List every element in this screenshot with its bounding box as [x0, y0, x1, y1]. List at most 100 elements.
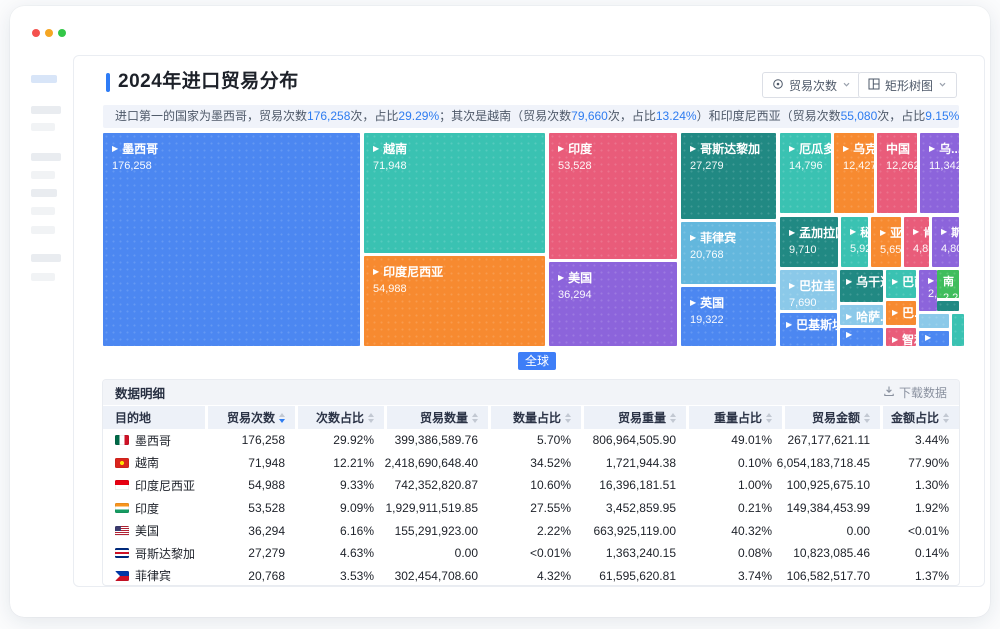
treemap-cell-巴西[interactable]: ▶巴西	[886, 270, 916, 298]
value-cell: 27,279	[248, 546, 285, 561]
sort-icon[interactable]	[670, 412, 676, 423]
value-cell: 16,396,181.51	[599, 478, 676, 493]
column-header-4[interactable]: 贸易数量	[387, 406, 488, 429]
value-cell: 9.09%	[339, 501, 374, 516]
value-cell: 6.16%	[339, 523, 374, 538]
treemap-cell-乌...[interactable]: ▶ 乌... 11,342	[920, 133, 959, 213]
sort-icon[interactable]	[472, 412, 478, 423]
sort-icon[interactable]	[279, 412, 285, 423]
chart-type-dropdown[interactable]: 矩形树图	[857, 72, 957, 98]
treemap-cell-肯[interactable]: ▶肯4,836	[904, 217, 929, 267]
treemap-cell[interactable]	[952, 314, 964, 346]
treemap-cell-英国[interactable]: ▶ 英国 19,322	[681, 287, 776, 346]
column-header-2[interactable]: 贸易次数	[208, 406, 295, 429]
table-row-哥斯达黎加[interactable]: 哥斯达黎加 27,279 4.63% 0.00 <0.01% 1,363,240.15 0.…	[103, 542, 959, 565]
summary-value: 176,258	[307, 109, 351, 123]
treemap-cell-亚[interactable]: ▶亚5,650	[871, 217, 901, 267]
column-header-8[interactable]: 贸易金额	[785, 406, 880, 429]
destination-cell: 美国	[103, 522, 205, 539]
destination-cell: 菲律宾	[103, 567, 205, 584]
value-cell: 399,386,589.76	[394, 433, 478, 448]
treemap-cell-巴...[interactable]: ▶巴...	[886, 301, 916, 325]
value-cell: 4.32%	[536, 568, 571, 583]
column-header-9[interactable]: 金额占比	[883, 406, 959, 429]
treemap-cell-哈萨...[interactable]: ▶哈萨...	[840, 305, 883, 325]
treemap-cell-乌克兰[interactable]: ▶乌克兰12,427	[834, 133, 874, 213]
value-cell: 0.00	[846, 523, 870, 538]
treemap-cell-印度尼西亚[interactable]: ▶ 印度尼西亚 54,988	[364, 256, 545, 346]
download-icon	[883, 385, 895, 400]
treemap-cell-印度[interactable]: ▶ 印度 53,528	[549, 133, 677, 259]
treemap-cell-巴基斯坦[interactable]: ▶巴基斯坦	[780, 313, 837, 346]
value-cell: 6,054,183,718.45	[776, 455, 870, 470]
treemap-cell[interactable]: ▶	[919, 331, 949, 346]
drilldown-arrow-icon: ▶	[558, 143, 565, 153]
download-data-button[interactable]: 下载数据	[883, 384, 947, 401]
table-row-越南[interactable]: 越南 71,948 12.21% 2,418,690,648.40 34.52% 1,72…	[103, 452, 959, 475]
drilldown-arrow-icon: ▶	[558, 272, 565, 282]
destination-cell: 印度尼西亚	[103, 477, 205, 494]
metric-dropdown[interactable]: 贸易次数	[761, 72, 861, 98]
drilldown-arrow-icon: ▶	[846, 330, 853, 339]
sort-icon[interactable]	[368, 412, 374, 423]
value-cell: 149,384,453.99	[786, 501, 870, 516]
treemap-cell-南[interactable]: 南 2,2	[937, 270, 959, 298]
drilldown-arrow-icon: ▶	[843, 143, 850, 153]
drilldown-arrow-icon: ▶	[690, 297, 697, 307]
destination-cell: 墨西哥	[103, 432, 205, 449]
column-header-6[interactable]: 贸易重量	[584, 406, 686, 429]
column-header-3[interactable]: 次数占比	[298, 406, 384, 429]
treemap-cell-孟加拉国[interactable]: ▶孟加拉国9,710	[780, 217, 838, 267]
sort-icon[interactable]	[864, 412, 870, 423]
treemap-cell[interactable]: ▶2,5	[919, 270, 937, 311]
table-row-印度尼西亚[interactable]: 印度尼西亚 54,988 9.33% 742,352,820.87 10.60% 16,3…	[103, 474, 959, 497]
value-cell: 54,988	[248, 478, 285, 493]
treemap-cell-哥斯达黎加[interactable]: ▶ 哥斯达黎加 27,279	[681, 133, 776, 219]
column-header-7[interactable]: 重量占比	[689, 406, 782, 429]
treemap-cell-厄瓜多尔[interactable]: ▶厄瓜多尔14,796	[780, 133, 831, 213]
table-row-印度[interactable]: 印度 53,528 9.09% 1,929,911,519.85 27.55% 3,452…	[103, 497, 959, 520]
country-flag-icon	[115, 548, 129, 559]
metric-dropdown-label: 贸易次数	[788, 78, 837, 93]
table-row-墨西哥[interactable]: 墨西哥 176,258 29.92% 399,386,589.76 5.70% 806,9…	[103, 429, 959, 452]
summary-value: 13.24%	[655, 109, 697, 123]
value-cell: 36,294	[248, 523, 285, 538]
value-cell: 100,925,675.10	[786, 478, 870, 493]
value-cell: 742,352,820.87	[394, 478, 478, 493]
treemap-cell-智利[interactable]: ▶智利	[886, 328, 916, 346]
treemap-cell-墨西哥[interactable]: ▶ 墨西哥 176,258	[103, 133, 360, 346]
value-cell: 49.01%	[731, 433, 772, 448]
treemap-cell[interactable]	[919, 314, 949, 328]
treemap-cell-越南[interactable]: ▶ 越南 71,948	[364, 133, 545, 253]
table-row-美国[interactable]: 美国 36,294 6.16% 155,291,923.00 2.22% 663,925,…	[103, 519, 959, 542]
column-header-1: 目的地	[103, 406, 205, 429]
chart-type-dropdown-label: 矩形树图	[884, 78, 933, 93]
table-row-菲律宾[interactable]: 菲律宾 20,768 3.53% 302,454,708.60 4.32% 61,595,…	[103, 565, 959, 585]
treemap-cell-美国[interactable]: ▶ 美国 36,294	[549, 262, 677, 346]
treemap-cell-斯[interactable]: ▶斯4,804	[932, 217, 959, 267]
sidebar-skeleton-bar	[31, 106, 61, 114]
value-cell: 1.37%	[914, 568, 949, 583]
column-header-5[interactable]: 数量占比	[491, 406, 581, 429]
drilldown-arrow-icon: ▶	[690, 143, 697, 153]
treemap-cell-乌干达[interactable]: ▶乌干达	[840, 270, 883, 302]
value-cell: 1,721,944.38	[605, 455, 676, 470]
treemap-root-button[interactable]: 全球	[518, 352, 557, 370]
treemap-cell-秘鲁[interactable]: ▶秘鲁5,924	[841, 217, 868, 267]
value-cell: 40.32%	[731, 523, 772, 538]
treemap-cell-巴拉圭[interactable]: ▶ 巴拉圭 7,690	[780, 270, 837, 310]
drilldown-arrow-icon: ▶	[892, 276, 899, 286]
table-header-row: 目的地 贸易次数 次数占比 贸易数量 数量占比 贸易重量 重量占比 贸易金额 金额占比	[103, 406, 959, 429]
sort-icon[interactable]	[565, 412, 571, 423]
metric-icon	[772, 78, 784, 93]
summary-value: 9.15%	[925, 109, 959, 123]
value-cell: 1,929,911,519.85	[385, 501, 478, 516]
treemap-cell[interactable]	[937, 301, 959, 311]
sort-icon[interactable]	[943, 412, 949, 423]
sidebar-skeleton-bar	[31, 207, 55, 215]
treemap-cell[interactable]: ▶	[840, 328, 883, 346]
value-cell: 34.52%	[530, 455, 571, 470]
treemap-cell-菲律宾[interactable]: ▶ 菲律宾 20,768	[681, 222, 776, 284]
treemap-cell-中国[interactable]: 中国 12,262	[877, 133, 917, 213]
sort-icon[interactable]	[766, 412, 772, 423]
